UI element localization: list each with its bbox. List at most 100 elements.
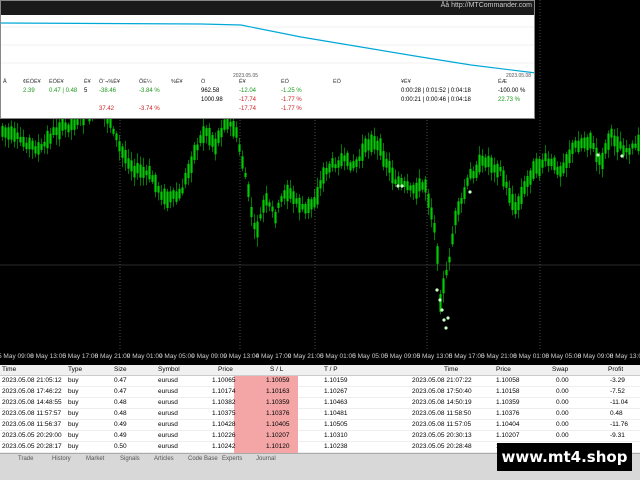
time-axis-label: 8 May 13:00 xyxy=(609,353,640,360)
candle-body xyxy=(187,163,190,179)
terminal-tab[interactable]: Market xyxy=(86,456,104,462)
column-header-size[interactable]: Size xyxy=(114,366,127,373)
candle-body xyxy=(472,171,475,179)
table-cell: 0.00 xyxy=(556,399,569,406)
table-row[interactable]: 2023.05.08 17:46:22 buy 0.47 eurusd 1.10174 1… xyxy=(0,387,640,398)
candle-body xyxy=(412,184,415,194)
candle-body xyxy=(553,157,556,171)
column-header-symbol[interactable]: Symbol xyxy=(158,366,180,373)
trade-marker xyxy=(620,154,624,158)
candle-body xyxy=(460,198,463,204)
terminal-tab[interactable]: History xyxy=(52,456,71,462)
candle-body xyxy=(493,164,496,173)
table-row[interactable]: 2023.05.08 11:57:57 buy 0.48 eurusd 1.10375 1… xyxy=(0,409,640,420)
candle-body xyxy=(34,146,37,154)
candle-body xyxy=(283,190,286,199)
stats-header: %Ê¥ xyxy=(171,79,183,85)
column-header-price[interactable]: Price xyxy=(218,366,233,373)
table-cell: -7.52 xyxy=(610,388,625,395)
terminal-tab[interactable]: Journal xyxy=(256,456,276,462)
stats-cell: -12.04 xyxy=(239,88,257,94)
candle-body xyxy=(58,122,61,140)
equity-curve-area: 2023.05.05 2023.05.08 xyxy=(1,15,534,79)
table-cell: 2023.05.08 21:07:22 xyxy=(412,377,472,384)
candle-body xyxy=(631,143,634,149)
column-header-time[interactable]: Time xyxy=(2,366,16,373)
candle-body xyxy=(64,122,67,130)
candle-body xyxy=(70,117,73,131)
column-header-swap[interactable]: Swap xyxy=(552,366,568,373)
panel-credit[interactable]: Åå http://MTCommander.com xyxy=(438,2,534,9)
table-cell: 2023.05.08 11:58:50 xyxy=(412,410,472,417)
terminal-tab[interactable]: Signals xyxy=(120,456,140,462)
stats-cell: 0:00:21 | 0:00:46 | 0:04:18 xyxy=(401,97,471,103)
candle-body xyxy=(571,142,574,154)
column-header-close-time[interactable]: Time xyxy=(444,366,458,373)
column-header-profit[interactable]: Profit xyxy=(608,366,623,373)
equity-curve xyxy=(1,22,534,74)
candle-body xyxy=(223,119,226,130)
candle-body xyxy=(418,178,421,192)
candle-body xyxy=(448,256,451,263)
table-cell: 1.10163 xyxy=(266,388,290,395)
table-row[interactable]: 2023.05.08 14:48:55 buy 0.48 eurusd 1.10382 1… xyxy=(0,398,640,409)
candle-body xyxy=(265,193,268,206)
candle-body xyxy=(394,179,397,185)
candle-body xyxy=(229,121,232,127)
column-header-close-price[interactable]: Price xyxy=(496,366,511,373)
candle-body xyxy=(127,158,130,169)
table-cell: -9.31 xyxy=(610,432,625,439)
trade-marker xyxy=(396,184,400,188)
stats-cell: -3.74 % xyxy=(139,106,160,112)
table-row[interactable]: 2023.05.08 21:05:12 buy 0.47 eurusd 1.10065 1… xyxy=(0,376,640,387)
candle-body xyxy=(136,163,139,174)
candle-body xyxy=(481,155,484,166)
candle-body xyxy=(502,170,505,187)
stats-header: Ö¨¬%Ê¥ xyxy=(99,79,120,85)
table-cell: 0.48 xyxy=(610,410,623,417)
table-cell: 1.10376 xyxy=(496,410,520,417)
candle-body xyxy=(61,118,64,131)
candle-body xyxy=(391,167,394,184)
table-cell: eurusd xyxy=(158,421,178,428)
table-cell: 1.10505 xyxy=(324,421,348,428)
candle-body xyxy=(586,137,589,151)
table-row[interactable]: 2023.05.08 11:56:37 buy 0.49 eurusd 1.10428 1… xyxy=(0,420,640,431)
candle-body xyxy=(340,153,343,167)
candle-body xyxy=(250,206,253,218)
time-axis-label: 5 May 09:00 xyxy=(384,353,421,360)
candle-body xyxy=(274,211,277,224)
price-chart[interactable]: Åå http://MTCommander.com 2023.05.05 202… xyxy=(0,0,640,350)
candle-body xyxy=(343,155,346,162)
table-cell: 2023.05.08 11:56:37 xyxy=(2,421,62,428)
candle-body xyxy=(577,140,580,153)
column-header-sl[interactable]: S / L xyxy=(270,366,283,373)
candle-body xyxy=(10,126,13,140)
candle-body xyxy=(160,191,163,200)
candle-body xyxy=(328,163,331,173)
terminal-tab[interactable]: Trade xyxy=(18,456,33,462)
table-cell: 1.10207 xyxy=(496,432,520,439)
table-cell: 0.48 xyxy=(114,410,127,417)
candle-body xyxy=(562,162,565,174)
candle-body xyxy=(304,203,307,214)
candle-body xyxy=(184,172,187,185)
table-cell: 1.10242 xyxy=(212,443,236,450)
terminal-tab[interactable]: Articles xyxy=(154,456,174,462)
candle-body xyxy=(508,188,511,203)
candle-body xyxy=(181,187,184,194)
stats-header: ¥Ê¥ xyxy=(401,79,411,85)
terminal-tab[interactable]: Experts xyxy=(222,456,242,462)
column-header-type[interactable]: Type xyxy=(68,366,82,373)
table-cell: eurusd xyxy=(158,432,178,439)
stats-cell: -17.74 xyxy=(239,97,257,103)
candle-body xyxy=(403,180,406,188)
table-cell: 1.10159 xyxy=(324,377,348,384)
terminal-tab[interactable]: Code Base xyxy=(188,456,218,462)
candle-body xyxy=(325,167,328,175)
candle-body xyxy=(388,160,391,173)
candle-body xyxy=(175,191,178,202)
column-header-tp[interactable]: T / P xyxy=(324,366,338,373)
table-row[interactable]: 2023.05.05 20:29:00 buy 0.49 eurusd 1.10226 1… xyxy=(0,431,640,442)
candle-body xyxy=(628,148,631,155)
